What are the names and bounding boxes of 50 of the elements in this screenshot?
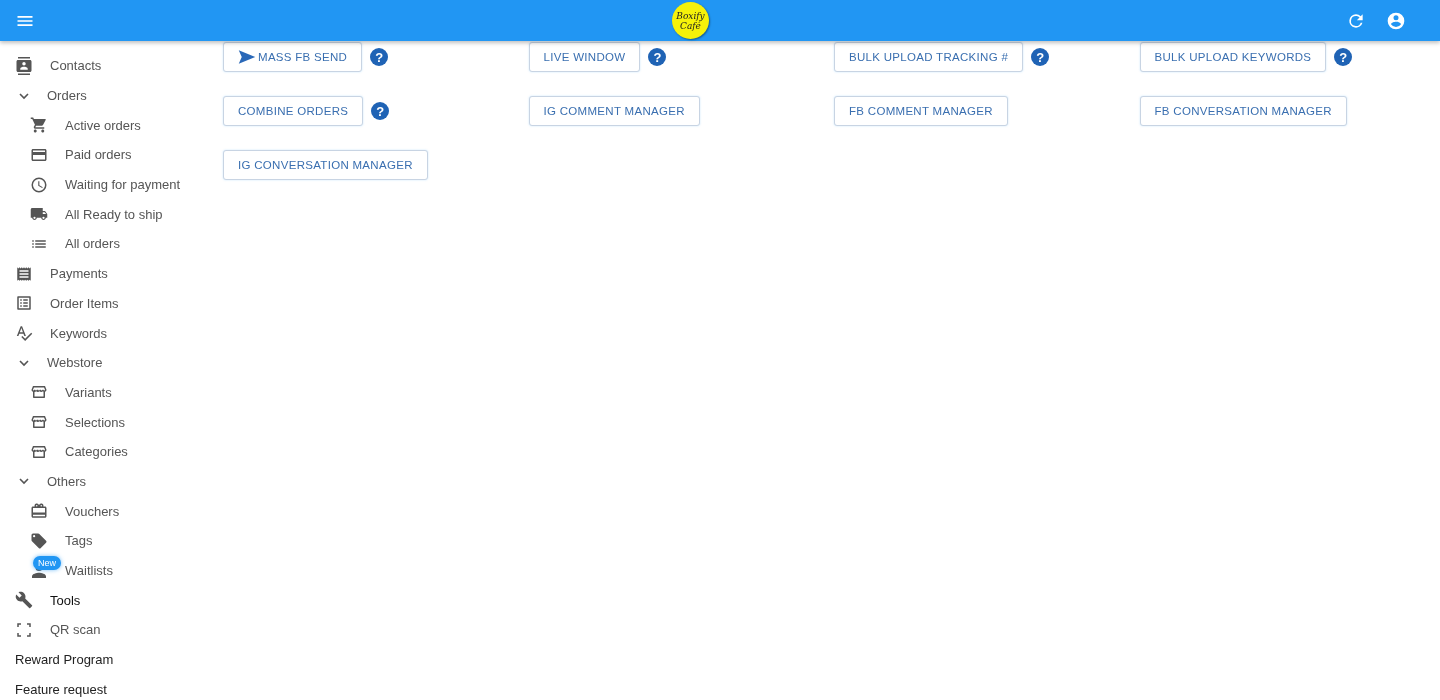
sidebar-item[interactable]: Active orders bbox=[65, 117, 141, 133]
gift-card-icon bbox=[30, 502, 48, 521]
sidebar-item[interactable]: Selections bbox=[65, 414, 125, 430]
tool-button[interactable]: FB CONVERSATION MANAGER bbox=[1139, 96, 1347, 126]
sidebar-group[interactable]: Others bbox=[47, 473, 86, 489]
sidebar-item[interactable]: All Ready to ship bbox=[65, 206, 163, 222]
logo[interactable]: Boxify Café bbox=[672, 2, 709, 39]
tool-button[interactable]: MASS FB SEND bbox=[223, 42, 363, 72]
tag-icon bbox=[30, 531, 48, 550]
new-badge: New bbox=[33, 555, 61, 570]
account-icon[interactable] bbox=[1386, 10, 1406, 31]
tool-button[interactable]: FB COMMENT MANAGER bbox=[834, 96, 1008, 126]
sidebar-item[interactable]: Waiting for payment bbox=[65, 177, 181, 193]
sidebar-link[interactable]: Feature request bbox=[15, 681, 107, 697]
tool-button[interactable]: IG CONVERSATION MANAGER bbox=[223, 150, 428, 180]
contacts-icon bbox=[15, 56, 33, 75]
sidebar-item[interactable]: Order Items bbox=[50, 295, 119, 311]
scan-icon bbox=[15, 620, 33, 639]
help-icon[interactable]: ? bbox=[370, 48, 389, 66]
sidebar-item[interactable]: All orders bbox=[65, 236, 120, 252]
sidebar-item[interactable]: QR scan bbox=[50, 622, 101, 638]
sidebar-item[interactable]: Vouchers bbox=[65, 503, 120, 519]
wrench-icon bbox=[15, 591, 33, 610]
help-icon[interactable]: ? bbox=[648, 48, 667, 66]
sidebar-link[interactable]: Reward Program bbox=[15, 652, 114, 668]
sidebar-item[interactable]: Tags bbox=[65, 533, 93, 549]
help-icon[interactable]: ? bbox=[1334, 48, 1353, 66]
sidebar-item[interactable]: Tools bbox=[50, 592, 81, 608]
send-icon bbox=[238, 49, 256, 65]
tool-button[interactable]: LIVE WINDOW bbox=[528, 42, 641, 72]
clock-icon bbox=[30, 175, 48, 194]
sidebar-group[interactable]: Orders bbox=[47, 88, 87, 104]
receipt-icon bbox=[15, 264, 33, 283]
tool-button[interactable]: IG COMMENT MANAGER bbox=[528, 96, 700, 126]
cart-icon bbox=[30, 116, 48, 135]
tool-button[interactable]: COMBINE ORDERS bbox=[223, 96, 364, 126]
sidebar-item[interactable]: Keywords bbox=[50, 325, 108, 341]
checklist-icon bbox=[15, 294, 33, 313]
sidebar-item[interactable]: Payments bbox=[50, 266, 108, 282]
sidebar-item[interactable]: Waitlists bbox=[65, 563, 113, 579]
sidebar-group[interactable]: Webstore bbox=[47, 355, 103, 371]
sidebar-item[interactable]: Categories bbox=[65, 444, 128, 460]
sidebar-item[interactable]: Contacts bbox=[50, 58, 102, 74]
sidebar-item[interactable]: Paid orders bbox=[65, 147, 132, 163]
sidebar-item[interactable]: Variants bbox=[65, 384, 112, 400]
help-icon[interactable]: ? bbox=[1031, 48, 1050, 66]
help-icon[interactable]: ? bbox=[371, 102, 390, 120]
spellcheck-icon bbox=[15, 324, 33, 343]
tool-button[interactable]: BULK UPLOAD KEYWORDS bbox=[1139, 42, 1327, 72]
tool-button[interactable]: BULK UPLOAD TRACKING # bbox=[834, 42, 1024, 72]
